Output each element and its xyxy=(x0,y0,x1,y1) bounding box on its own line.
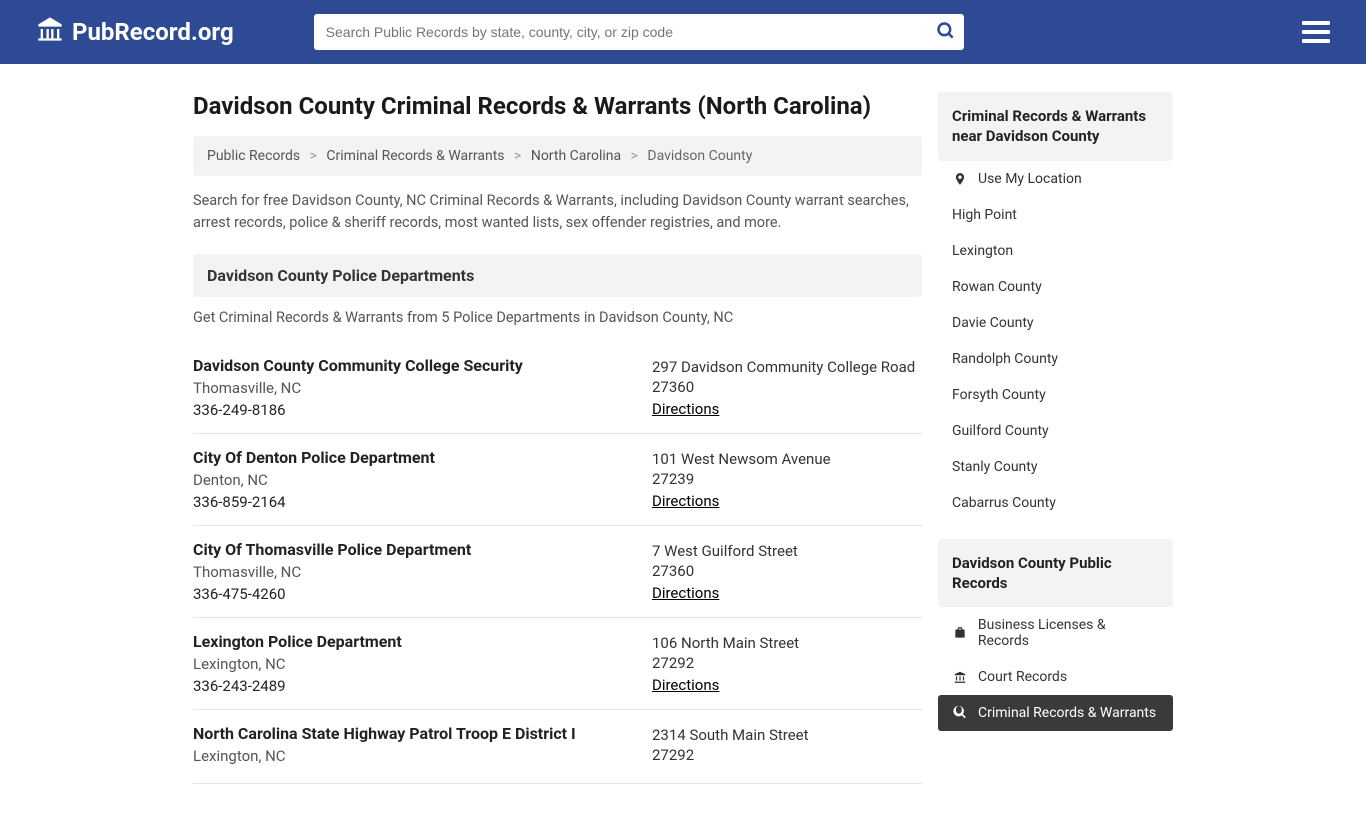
sidebar-near-item[interactable]: Davie County xyxy=(938,305,1173,341)
department-row: Lexington Police Department Lexington, N… xyxy=(193,618,922,710)
directions-link[interactable]: Directions xyxy=(652,400,719,418)
sidebar-public-label: Criminal Records & Warrants xyxy=(978,705,1156,721)
sidebar-public-item[interactable]: Business Licenses & Records xyxy=(938,607,1173,659)
department-address: 297 Davidson Community College Road xyxy=(652,356,922,379)
sidebar: Criminal Records & Warrants near Davidso… xyxy=(938,92,1173,784)
department-phone: 336-249-8186 xyxy=(193,401,632,419)
department-phone: 336-243-2489 xyxy=(193,677,632,695)
intro-text: Search for free Davidson County, NC Crim… xyxy=(193,190,922,234)
department-location: Denton, NC xyxy=(193,471,632,489)
sidebar-near-item[interactable]: Stanly County xyxy=(938,449,1173,485)
sidebar-public-header: Davidson County Public Records xyxy=(938,539,1173,608)
department-name: Davidson County Community College Securi… xyxy=(193,356,632,375)
department-row: Davidson County Community College Securi… xyxy=(193,342,922,434)
sidebar-near-block: Criminal Records & Warrants near Davidso… xyxy=(938,92,1173,521)
sidebar-near-list: Use My Location xyxy=(938,161,1173,197)
department-location: Thomasville, NC xyxy=(193,379,632,397)
page-title: Davidson County Criminal Records & Warra… xyxy=(193,92,922,120)
sidebar-public-label: Court Records xyxy=(978,669,1067,685)
department-zip: 27292 xyxy=(652,654,922,672)
brand-logo[interactable]: PubRecord.org xyxy=(36,15,234,49)
sidebar-near-item[interactable]: Lexington xyxy=(938,233,1173,269)
department-location: Lexington, NC xyxy=(193,655,632,673)
department-list: Davidson County Community College Securi… xyxy=(193,342,922,784)
department-address: 101 West Newsom Avenue xyxy=(652,448,922,471)
breadcrumb-link[interactable]: Criminal Records & Warrants xyxy=(326,148,504,164)
breadcrumb: Public Records > Criminal Records & Warr… xyxy=(193,136,922,176)
building-icon xyxy=(36,15,64,49)
sidebar-near-header: Criminal Records & Warrants near Davidso… xyxy=(938,92,1173,161)
sidebar-public-item[interactable]: Court Records xyxy=(938,659,1173,695)
sidebar-public-items: Business Licenses & Records Court Records… xyxy=(938,607,1173,731)
department-name: North Carolina State Highway Patrol Troo… xyxy=(193,724,632,743)
use-my-location[interactable]: Use My Location xyxy=(938,161,1173,197)
department-zip: 27292 xyxy=(652,746,922,764)
department-zip: 27239 xyxy=(652,470,922,488)
department-row: City Of Thomasville Police Department Th… xyxy=(193,526,922,618)
main-content: Davidson County Criminal Records & Warra… xyxy=(193,92,922,784)
directions-link[interactable]: Directions xyxy=(652,676,719,694)
department-address: 2314 South Main Street xyxy=(652,724,922,747)
department-row: City Of Denton Police Department Denton,… xyxy=(193,434,922,526)
department-name: City Of Denton Police Department xyxy=(193,448,632,467)
hamburger-icon xyxy=(1302,21,1330,25)
department-zip: 27360 xyxy=(652,378,922,396)
top-navigation-bar: PubRecord.org xyxy=(0,0,1366,64)
sidebar-near-item[interactable]: Cabarrus County xyxy=(938,485,1173,521)
breadcrumb-link[interactable]: Public Records xyxy=(207,148,300,164)
section-header: Davidson County Police Departments xyxy=(193,254,922,297)
search-input[interactable] xyxy=(314,14,964,50)
department-location: Lexington, NC xyxy=(193,747,632,765)
use-location-label: Use My Location xyxy=(978,171,1082,187)
sidebar-near-item[interactable]: High Point xyxy=(938,197,1173,233)
search-container xyxy=(314,14,964,50)
department-phone: 336-475-4260 xyxy=(193,585,632,603)
department-name: City Of Thomasville Police Department xyxy=(193,540,632,559)
menu-button[interactable] xyxy=(1302,21,1330,43)
section-subtext: Get Criminal Records & Warrants from 5 P… xyxy=(193,309,922,326)
criminal-icon xyxy=(952,706,968,720)
sidebar-public-block: Davidson County Public Records Business … xyxy=(938,539,1173,732)
breadcrumb-link[interactable]: North Carolina xyxy=(531,148,621,164)
search-button[interactable] xyxy=(932,18,960,46)
court-icon xyxy=(952,670,968,684)
location-pin-icon xyxy=(952,172,968,186)
sidebar-near-item[interactable]: Forsyth County xyxy=(938,377,1173,413)
department-zip: 27360 xyxy=(652,562,922,580)
department-location: Thomasville, NC xyxy=(193,563,632,581)
sidebar-near-item[interactable]: Rowan County xyxy=(938,269,1173,305)
business-icon xyxy=(952,626,968,640)
directions-link[interactable]: Directions xyxy=(652,584,719,602)
directions-link[interactable]: Directions xyxy=(652,492,719,510)
sidebar-near-item[interactable]: Randolph County xyxy=(938,341,1173,377)
sidebar-public-item[interactable]: Criminal Records & Warrants xyxy=(938,695,1173,731)
breadcrumb-current: Davidson County xyxy=(647,148,752,164)
department-name: Lexington Police Department xyxy=(193,632,632,651)
department-row: North Carolina State Highway Patrol Troo… xyxy=(193,710,922,784)
search-icon xyxy=(936,21,956,44)
brand-name: PubRecord.org xyxy=(72,18,234,46)
department-phone: 336-859-2164 xyxy=(193,493,632,511)
sidebar-near-items: High PointLexingtonRowan CountyDavie Cou… xyxy=(938,197,1173,521)
department-address: 7 West Guilford Street xyxy=(652,540,922,563)
sidebar-public-label: Business Licenses & Records xyxy=(978,617,1159,649)
sidebar-near-item[interactable]: Guilford County xyxy=(938,413,1173,449)
department-address: 106 North Main Street xyxy=(652,632,922,655)
